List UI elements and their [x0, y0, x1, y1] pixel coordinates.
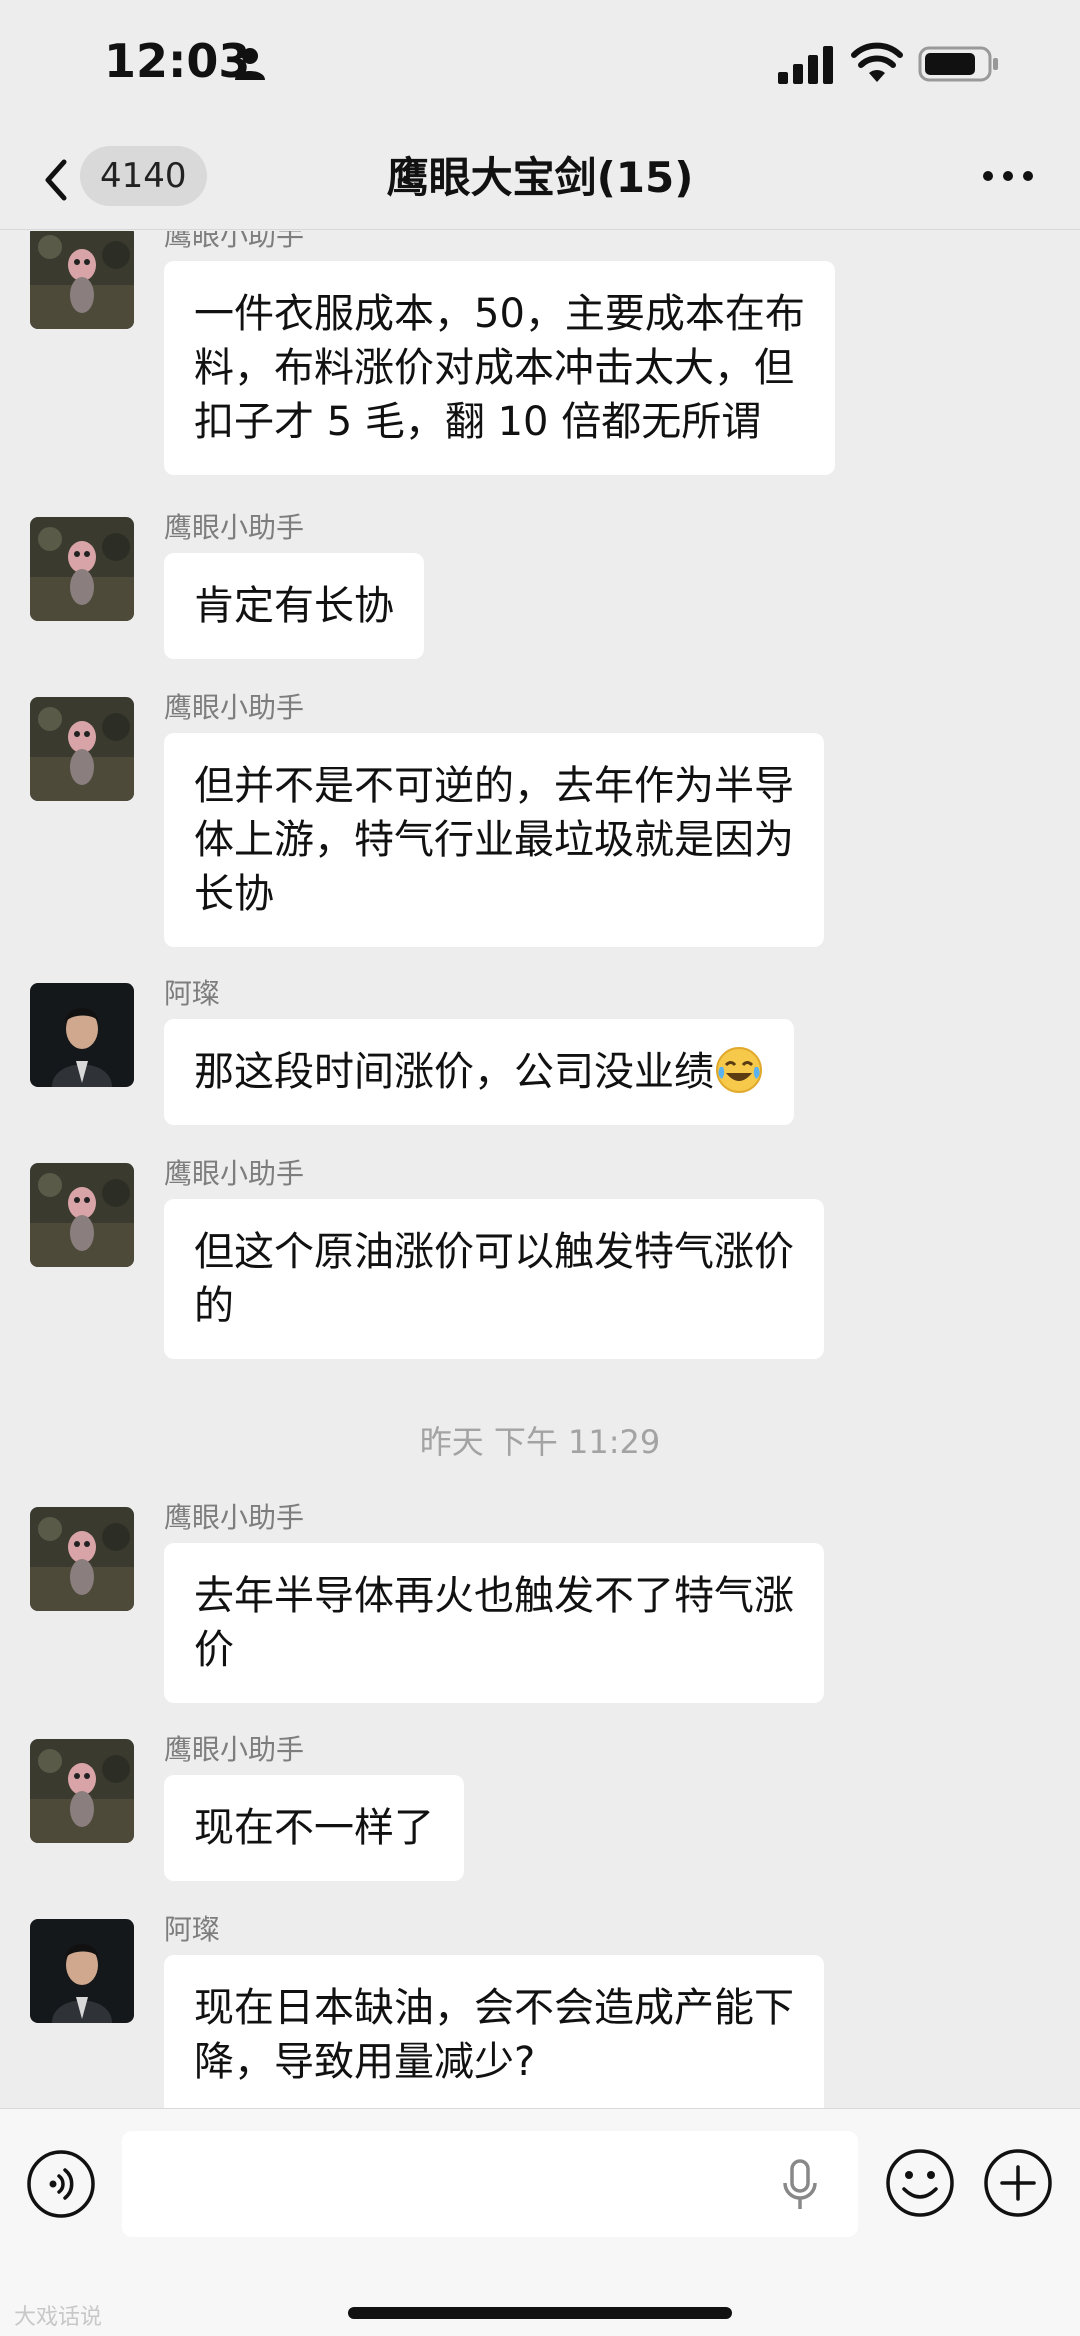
- sender-name: 阿璨: [164, 977, 221, 1010]
- message-line: 肯定有长协: [194, 583, 394, 629]
- message-line: 去年半导体再火也触发不了特气涨: [194, 1573, 794, 1619]
- sender-name: 鹰眼小助手: [164, 691, 305, 724]
- toy-figure-avatar-icon: [30, 697, 134, 801]
- chat-input-bar: 大戏话说: [0, 2108, 1080, 2336]
- message-bubble[interactable]: 现在不一样了: [164, 1775, 464, 1881]
- emoji-icon[interactable]: [884, 2147, 956, 2219]
- avatar[interactable]: [30, 517, 134, 621]
- avatar[interactable]: [30, 1163, 134, 1267]
- message-line: 降，导致用量减少?: [194, 2039, 536, 2085]
- cellular-signal-icon: [778, 46, 833, 84]
- message-line: 体上游，特气行业最垃圾就是因为: [194, 817, 794, 863]
- message-line: 但这个原油涨价可以触发特气涨价: [194, 1229, 794, 1275]
- toy-figure-avatar-icon: [30, 517, 134, 621]
- person-icon: [235, 48, 265, 80]
- sender-name: 鹰眼小助手: [164, 1501, 305, 1534]
- wechat-group-chat-screen: 12:03 4140 鹰眼大宝剑(15) 鹰眼小助手 一件衣服成本，50，主要成…: [0, 0, 1080, 2336]
- message-text: 那这段时间涨价，公司没业绩: [194, 1049, 714, 1095]
- avatar[interactable]: [30, 1739, 134, 1843]
- chat-timestamp: 昨天 下午 11:29: [419, 1423, 661, 1461]
- message-line: 那这段时间涨价，公司没业绩: [194, 1045, 764, 1099]
- sender-name: 鹰眼小助手: [164, 1157, 305, 1190]
- back-arrow-icon[interactable]: [36, 150, 76, 210]
- voice-input-icon[interactable]: [26, 2149, 96, 2219]
- message-line: 一件衣服成本，50，主要成本在布: [194, 291, 805, 337]
- plus-icon[interactable]: [982, 2147, 1054, 2219]
- laughing-tears-emoji-icon: [716, 1047, 762, 1093]
- message-input[interactable]: [122, 2131, 858, 2237]
- man-suit-avatar-icon: [30, 983, 134, 1087]
- chat-title: 鹰眼大宝剑(15): [386, 153, 694, 202]
- message-bubble[interactable]: 但这个原油涨价可以触发特气涨价 的: [164, 1199, 824, 1359]
- sender-name: 阿璨: [164, 1913, 221, 1946]
- man-suit-avatar-icon: [30, 1919, 134, 2023]
- message-line: 料，布料涨价对成本冲击太大，但: [194, 345, 794, 391]
- message-line: 但并不是不可逆的，去年作为半导: [194, 763, 794, 809]
- message-line: 现在不一样了: [194, 1805, 434, 1851]
- message-bubble[interactable]: 现在日本缺油，会不会造成产能下 降，导致用量减少?: [164, 1955, 824, 2108]
- message-bubble[interactable]: 肯定有长协: [164, 553, 424, 659]
- message-line: 长协: [194, 871, 274, 917]
- message-line: 价: [194, 1627, 234, 1673]
- battery-icon: [918, 46, 998, 82]
- status-time: 12:03: [104, 34, 251, 88]
- toy-figure-avatar-icon: [30, 231, 134, 329]
- toy-figure-avatar-icon: [30, 1739, 134, 1843]
- toy-figure-avatar-icon: [30, 1507, 134, 1611]
- toy-figure-avatar-icon: [30, 1163, 134, 1267]
- sender-name: 鹰眼小助手: [164, 1733, 305, 1766]
- avatar[interactable]: [30, 697, 134, 801]
- avatar[interactable]: [30, 983, 134, 1087]
- avatar[interactable]: [30, 1507, 134, 1611]
- chat-navigation-bar: 4140 鹰眼大宝剑(15): [0, 130, 1080, 230]
- message-bubble[interactable]: 一件衣服成本，50，主要成本在布 料，布料涨价对成本冲击太大，但 扣子才 5 毛…: [164, 261, 835, 475]
- message-list[interactable]: 鹰眼小助手 一件衣服成本，50，主要成本在布 料，布料涨价对成本冲击太大，但 扣…: [0, 231, 1080, 2108]
- avatar[interactable]: [30, 231, 134, 329]
- more-options-icon[interactable]: [980, 166, 1036, 186]
- sender-name: 鹰眼小助手: [164, 231, 305, 252]
- wifi-icon: [851, 42, 903, 82]
- sender-name: 鹰眼小助手: [164, 511, 305, 544]
- message-bubble[interactable]: 但并不是不可逆的，去年作为半导 体上游，特气行业最垃圾就是因为 长协: [164, 733, 824, 947]
- unread-count-badge[interactable]: 4140: [80, 146, 207, 206]
- status-bar: 12:03: [0, 0, 1080, 130]
- message-bubble[interactable]: 那这段时间涨价，公司没业绩: [164, 1019, 794, 1125]
- message-line: 的: [194, 1283, 234, 1329]
- watermark: 大戏话说: [14, 2305, 103, 2330]
- microphone-icon[interactable]: [780, 2157, 820, 2215]
- message-line: 扣子才 5 毛，翻 10 倍都无所谓: [194, 399, 762, 445]
- home-indicator[interactable]: [348, 2307, 732, 2319]
- message-bubble[interactable]: 去年半导体再火也触发不了特气涨 价: [164, 1543, 824, 1703]
- avatar[interactable]: [30, 1919, 134, 2023]
- message-line: 现在日本缺油，会不会造成产能下: [194, 1985, 794, 2031]
